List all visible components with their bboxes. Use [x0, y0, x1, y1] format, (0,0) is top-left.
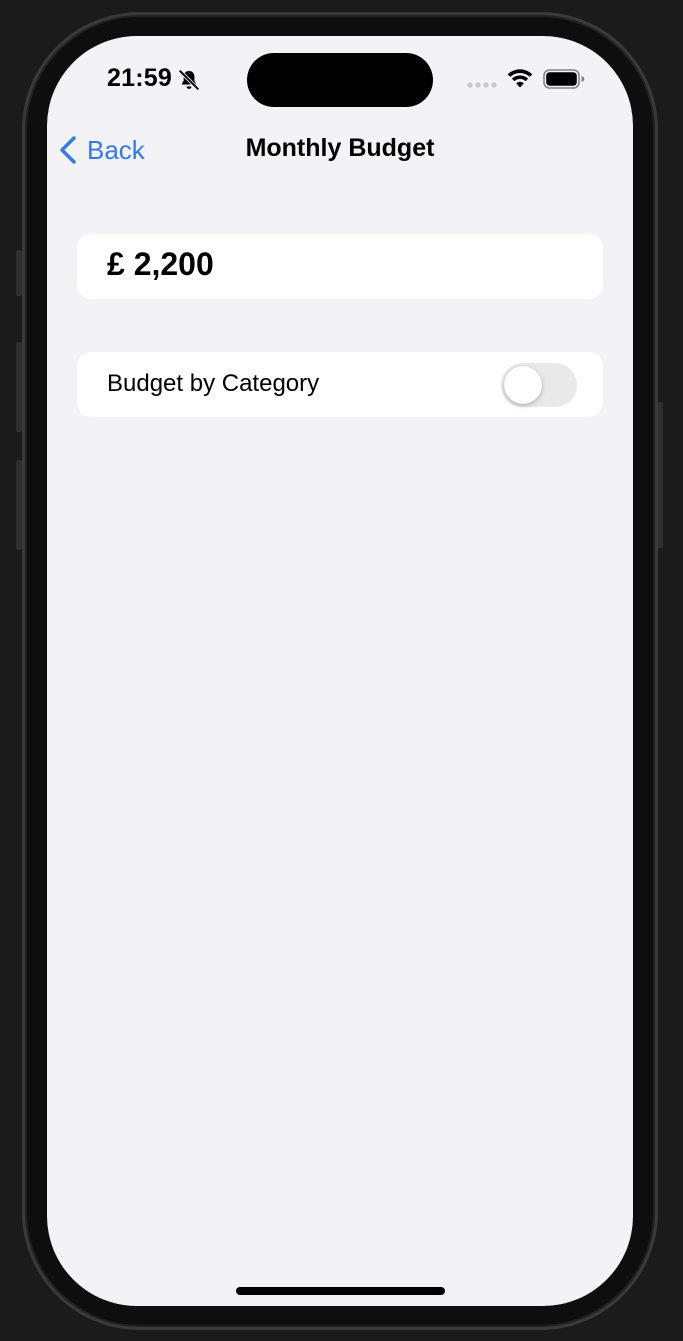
budget-by-category-toggle[interactable] — [501, 363, 577, 407]
dynamic-island — [247, 53, 433, 107]
battery-icon — [543, 69, 585, 89]
home-indicator[interactable] — [236, 1287, 445, 1295]
budget-by-category-row: Budget by Category — [77, 352, 603, 417]
wifi-icon — [507, 69, 533, 88]
app-screen: 21:59 Back Monthly Budget £ 2,200 Budget… — [47, 36, 633, 1306]
page-title: Monthly Budget — [245, 134, 435, 162]
budget-amount-field[interactable]: £ 2,200 — [77, 234, 603, 299]
toggle-knob — [504, 366, 542, 404]
budget-by-category-label: Budget by Category — [107, 370, 320, 397]
bell-slash-icon — [178, 69, 200, 91]
status-time: 21:59 — [107, 64, 172, 92]
signal-dots-icon — [467, 82, 497, 88]
budget-amount-value: £ 2,200 — [107, 246, 214, 282]
